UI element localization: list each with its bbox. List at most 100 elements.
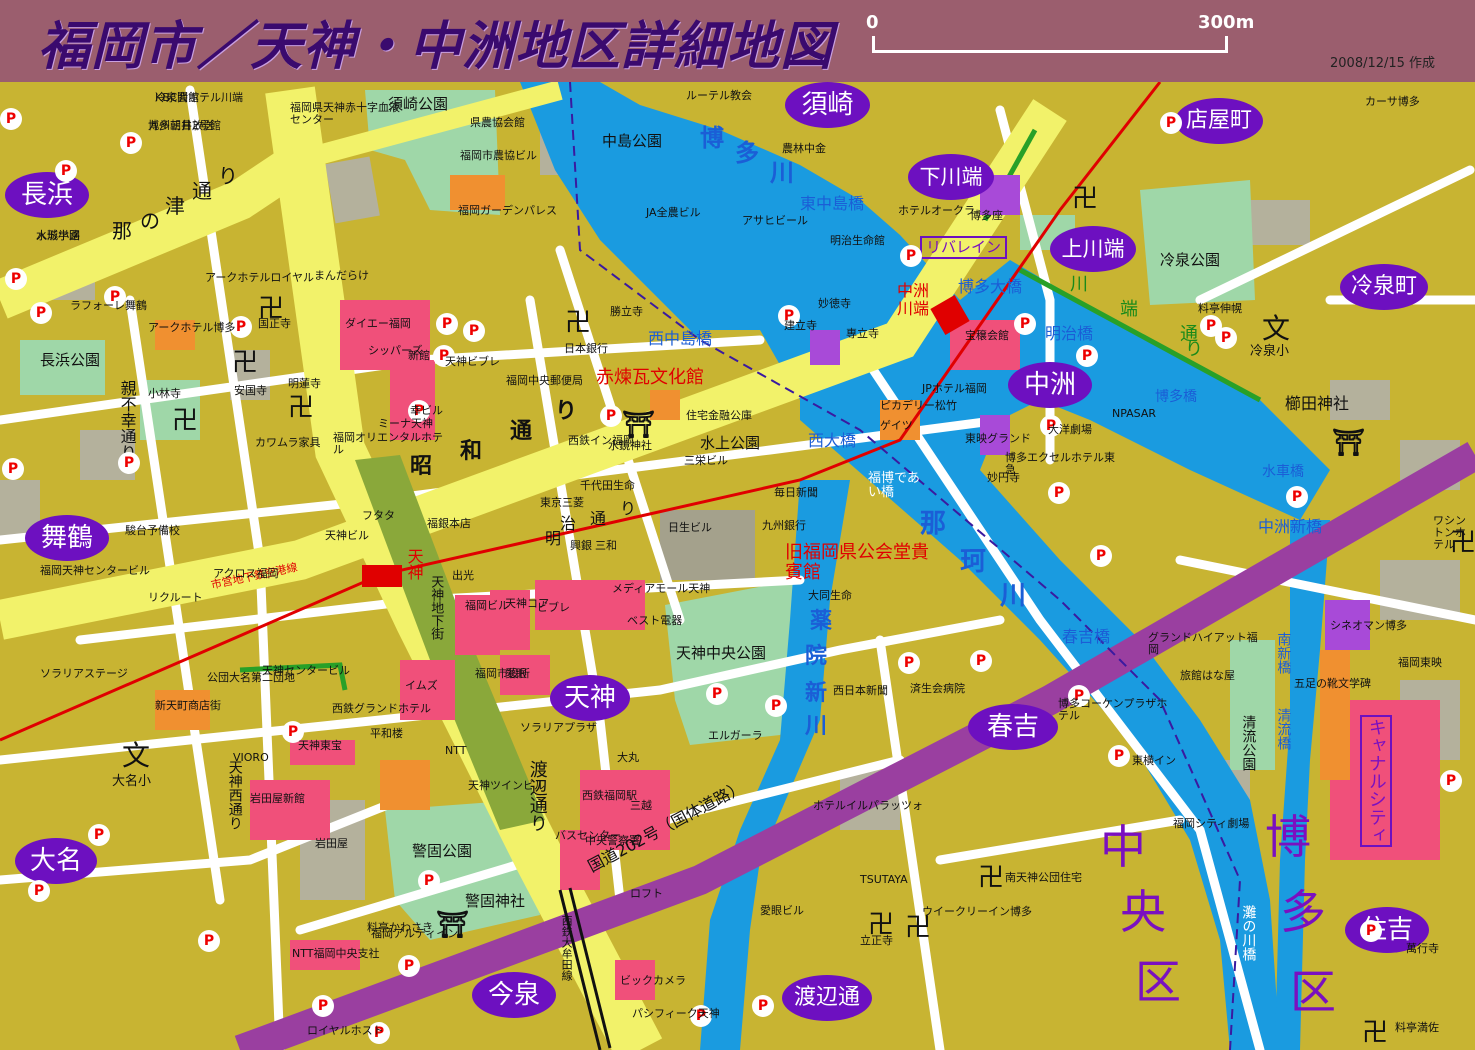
place-label: 天神ツインビル — [468, 779, 545, 792]
parking-icon[interactable]: P — [900, 245, 922, 267]
place-label: 妙円寺 — [987, 471, 1020, 484]
place-label: ロフト — [630, 887, 663, 900]
place-label: ダイエー福岡 — [345, 317, 411, 330]
hakata-river-char-2: 多 — [735, 139, 759, 167]
parking-icon[interactable]: P — [118, 452, 140, 474]
parking-icon[interactable]: P — [1108, 745, 1130, 767]
parking-icon[interactable]: P — [5, 268, 27, 290]
district-daimyo[interactable]: 大名 — [15, 838, 97, 884]
parking-icon[interactable]: P — [28, 880, 50, 902]
district-kamikawabata[interactable]: 上川端 — [1050, 226, 1136, 272]
parking-icon[interactable]: P — [706, 683, 728, 705]
parking-icon[interactable]: P — [55, 160, 77, 182]
place-label: 出光 — [452, 569, 474, 582]
naka-river-char-1: 那 — [920, 509, 947, 539]
place-label: 岩田屋新館 — [250, 792, 305, 805]
meiji-dori-char-4: り — [620, 499, 637, 518]
place-label: 西日本新聞 — [833, 684, 888, 697]
parking-icon[interactable]: P — [88, 824, 110, 846]
district-maizuru[interactable]: 舞鶴 — [25, 515, 109, 561]
district-nagahama[interactable]: 長浜 — [5, 172, 89, 218]
place-label: ホテルオークラ — [898, 204, 975, 217]
station-nakasu-kawabata-label[interactable]: 中洲川端 — [897, 282, 937, 317]
parking-icon[interactable]: P — [1360, 920, 1382, 942]
place-label: カワムラ家具 — [255, 436, 321, 449]
scale-bar — [872, 36, 1228, 53]
district-tenyamachi[interactable]: 店屋町 — [1175, 98, 1263, 144]
bridge-meijibashi: 明治橋 — [1045, 324, 1094, 343]
place-label: 安国寺 — [234, 384, 267, 397]
parking-icon[interactable]: P — [1440, 770, 1462, 792]
place-label: 博多座 — [970, 209, 1003, 222]
district-haruyoshi[interactable]: 春吉 — [968, 704, 1058, 750]
parking-icon[interactable]: P — [1048, 482, 1070, 504]
district-reisenmachi[interactable]: 冷泉町 — [1340, 264, 1428, 310]
parking-icon[interactable]: P — [312, 995, 334, 1017]
parking-icon[interactable]: P — [898, 652, 920, 674]
place-label: ベスト電器 — [627, 614, 683, 627]
station-tenjin-label[interactable]: 天神 — [405, 548, 424, 580]
district-watanabedori[interactable]: 渡辺通 — [782, 975, 872, 1021]
showa-dori-char-2: 和 — [460, 439, 483, 464]
map-canvas[interactable]: 福岡市／天神・中洲地区詳細地図 0 300m 2008/12/15 作成 長浜 … — [0, 0, 1475, 1050]
parking-icon[interactable]: P — [1090, 545, 1112, 567]
place-label: 博多三井2号館 — [148, 119, 221, 132]
park-nakajima: 中島公園 — [602, 132, 663, 150]
parking-icon[interactable]: P — [765, 695, 787, 717]
district-shimokawabata[interactable]: 下川端 — [908, 154, 994, 200]
place-label: アークホテル博多 — [148, 321, 236, 334]
landmark-kihinkan[interactable]: 旧福岡県公会堂貴賓館 — [785, 543, 935, 583]
place-label: 三栄ビル — [684, 454, 728, 467]
school-reisen: 冷泉小 — [1250, 344, 1290, 359]
place-label: 五足の靴文学碑 — [1294, 677, 1371, 690]
place-label: メディアモール天神 — [612, 582, 711, 595]
parking-icon[interactable]: P — [600, 405, 622, 427]
parking-icon[interactable]: P — [398, 955, 420, 977]
parking-icon[interactable]: P — [752, 995, 774, 1017]
parking-icon[interactable]: P — [1076, 345, 1098, 367]
place-label: JA全農ビル — [646, 206, 701, 219]
place-label: 西鉄グランドホテル — [332, 702, 431, 715]
parking-icon[interactable]: P — [1215, 327, 1237, 349]
map-header: 福岡市／天神・中洲地区詳細地図 0 300m 2008/12/15 作成 — [0, 0, 1475, 82]
landmark-canal-city[interactable]: キャナルシティ — [1360, 715, 1392, 847]
place-label: 福岡オリエンタルホテル — [333, 431, 443, 457]
place-label: ピカデリー松竹 — [880, 399, 957, 412]
place-label: 専立寺 — [846, 327, 879, 340]
district-imaizumi[interactable]: 今泉 — [472, 972, 556, 1018]
ward-chuo-char-3: 区 — [1135, 955, 1181, 1009]
place-label: 博多エクセルホテル東急 — [1005, 451, 1115, 477]
parking-icon[interactable]: P — [0, 108, 22, 130]
parking-icon[interactable]: P — [120, 132, 142, 154]
district-nakasu[interactable]: 中洲 — [1008, 362, 1092, 408]
place-label: ロイヤルホスト — [307, 1024, 384, 1037]
shrine-kego: 警固神社 — [465, 892, 526, 910]
parking-icon[interactable]: P — [463, 320, 485, 342]
place-label: 南天神公団住宅 — [1005, 871, 1082, 884]
landmark-riverain[interactable]: リバレイン — [920, 236, 1008, 259]
park-seiryu: 清流公園 — [1240, 715, 1257, 771]
parking-icon[interactable]: P — [1014, 313, 1036, 335]
place-label: ウイークリーイン博多 — [922, 905, 1032, 918]
creation-date: 2008/12/15 作成 — [1330, 56, 1436, 71]
shrine-kushida: 櫛田神社 — [1285, 394, 1350, 413]
parking-icon[interactable]: P — [436, 313, 458, 335]
ward-hakata-char-3: 区 — [1290, 965, 1336, 1019]
parking-icon[interactable]: P — [1286, 486, 1308, 508]
parking-icon[interactable]: P — [970, 650, 992, 672]
parking-icon[interactable]: P — [2, 458, 24, 480]
place-label: 福岡シティ劇場 — [1173, 817, 1250, 830]
district-suzaki[interactable]: 須崎 — [785, 82, 870, 128]
place-label: 博多コーケンプラザホテル — [1058, 697, 1168, 723]
district-tenjin[interactable]: 天神 — [550, 675, 630, 721]
place-label: 平和楼 — [370, 727, 403, 740]
parking-icon[interactable]: P — [418, 870, 440, 892]
parking-icon[interactable]: P — [198, 930, 220, 952]
hakata-river-char-1: 博 — [700, 124, 724, 152]
nanotsu-dori-char-5: り — [218, 164, 238, 188]
place-label: 天神ビル — [325, 529, 369, 542]
landmark-akarenga[interactable]: 赤煉瓦文化館 — [596, 368, 704, 388]
parking-icon[interactable]: P — [1160, 112, 1182, 134]
nanotsu-dori-char-4: 通 — [192, 179, 212, 203]
parking-icon[interactable]: P — [30, 302, 52, 324]
